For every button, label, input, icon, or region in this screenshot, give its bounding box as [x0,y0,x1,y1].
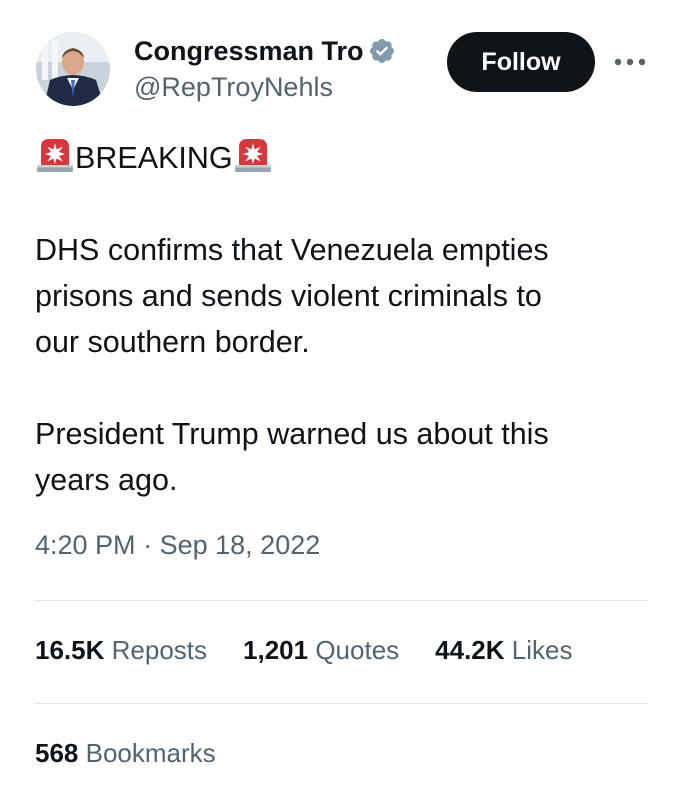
reposts-count: 16.5K [35,635,105,665]
avatar-photo [36,32,110,106]
timestamp-separator: · [143,530,153,560]
tweet-heading: BREAKING [75,141,233,175]
follow-button[interactable]: Follow [447,32,595,92]
tweet-line: DHS confirms that Venezuela empties [35,233,549,267]
tweet-line: prisons and sends violent criminals to [35,279,542,313]
tweet-text: BREAKING DHS confirms that Venezuela emp… [35,135,655,503]
bookmarks-stat[interactable]: 568 Bookmarks [35,738,216,769]
likes-count: 44.2K [435,635,505,665]
tweet-line: President Trump warned us about this [35,417,549,451]
quotes-stat[interactable]: 1,201 Quotes [243,635,399,666]
bookmarks-count: 568 [35,738,79,768]
engagement-stats: 16.5K Reposts 1,201 Quotes 44.2K Likes [35,635,608,666]
divider [34,600,648,601]
tweet-time[interactable]: 4:20 PM [35,530,136,560]
tweet-line: years ago. [35,463,178,497]
author-handle[interactable]: @RepTroyNehls [134,72,333,103]
verified-badge-icon [368,37,396,65]
tweet-timestamp: 4:20 PM · Sep 18, 2022 [35,530,320,561]
author-name-row: Congressman Troy Nehls [134,33,434,69]
more-horizontal-icon[interactable] [612,48,648,76]
reposts-stat[interactable]: 16.5K Reposts [35,635,207,666]
tweet-line: our southern border. [35,325,310,359]
likes-stat[interactable]: 44.2K Likes [435,635,572,666]
police-car-light-icon [35,135,75,175]
author-display-name[interactable]: Congressman Troy Nehls [134,36,364,67]
police-car-light-icon [233,135,273,175]
divider [34,703,648,704]
tweet-date[interactable]: Sep 18, 2022 [160,530,321,560]
tweet-heading-line: BREAKING [35,135,655,181]
quotes-label: Quotes [315,635,400,665]
avatar[interactable] [36,32,110,106]
quotes-count: 1,201 [243,635,309,665]
bookmarks-label: Bookmarks [85,738,216,768]
reposts-label: Reposts [111,635,208,665]
likes-label: Likes [511,635,573,665]
